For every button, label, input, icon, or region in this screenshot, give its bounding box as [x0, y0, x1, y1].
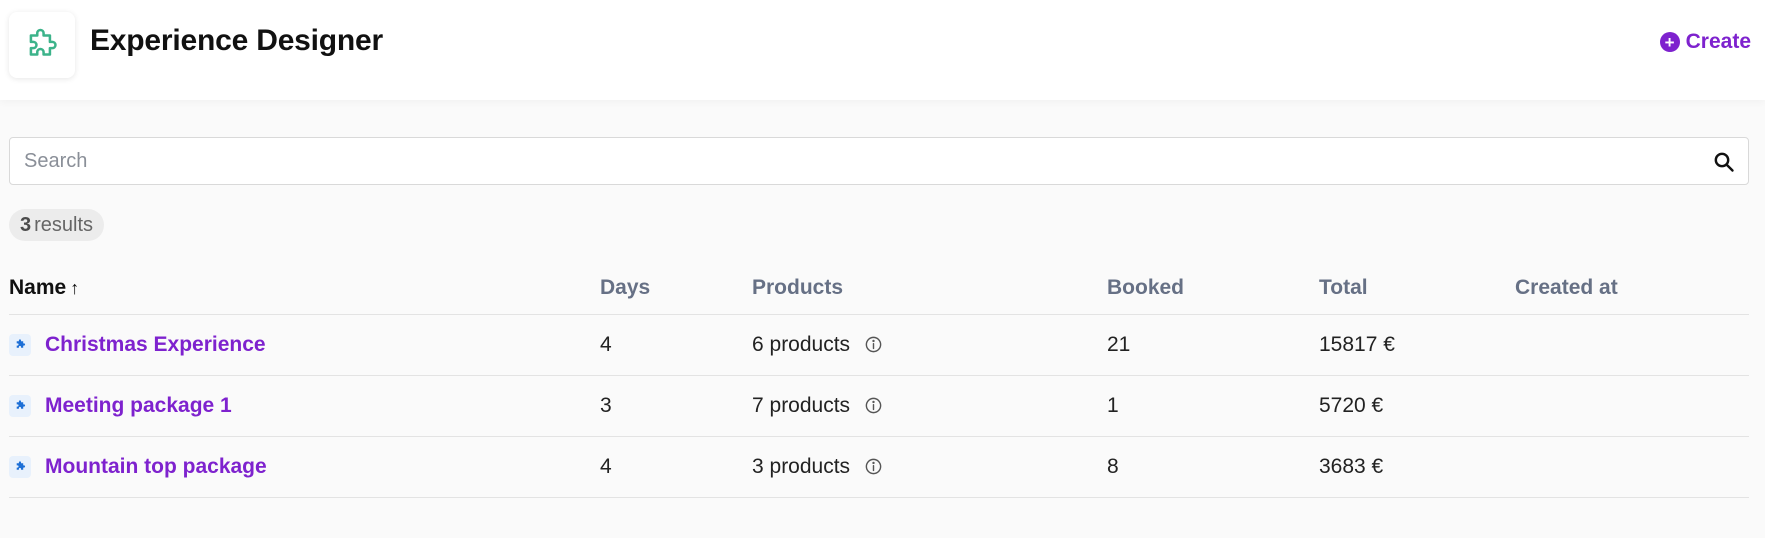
days-cell: 4 [600, 314, 752, 376]
column-header-total[interactable]: Total [1319, 262, 1515, 315]
total-cell: 15817 € [1319, 314, 1515, 376]
sort-ascending-icon: ↑ [70, 277, 80, 298]
products-count: 7 products [752, 393, 851, 417]
booked-cell: 21 [1107, 314, 1319, 376]
results-count: 3 [20, 213, 32, 236]
experience-name-link[interactable]: Mountain top package [45, 455, 267, 479]
puzzle-icon [9, 455, 31, 478]
puzzle-icon [29, 28, 57, 56]
page-title: Experience Designer [90, 24, 384, 57]
info-icon[interactable] [864, 457, 883, 476]
plus-circle-icon: + [1659, 32, 1680, 52]
table-row[interactable]: Mountain top package 4 3 products 8 3683… [9, 436, 1749, 498]
products-count: 3 products [752, 454, 851, 478]
create-button-label: Create [1685, 30, 1751, 53]
results-label: results [34, 213, 94, 236]
results-count-badge: 3 results [9, 209, 105, 241]
created-at-cell [1515, 314, 1749, 376]
booked-cell: 8 [1107, 436, 1319, 498]
create-button[interactable]: + Create [1659, 30, 1751, 54]
puzzle-icon [9, 333, 31, 356]
table-row[interactable]: Christmas Experience 4 6 products 21 158… [9, 314, 1749, 376]
column-header-created-at[interactable]: Created at [1515, 262, 1749, 315]
total-cell: 5720 € [1319, 375, 1515, 437]
info-icon[interactable] [864, 335, 883, 354]
search-icon[interactable] [1712, 150, 1736, 174]
days-cell: 3 [600, 375, 752, 437]
search-input[interactable] [10, 138, 1748, 184]
info-icon[interactable] [864, 396, 883, 415]
column-header-days[interactable]: Days [600, 262, 752, 315]
search-bar [9, 137, 1749, 185]
puzzle-icon [9, 394, 31, 417]
created-at-cell [1515, 375, 1749, 437]
column-header-name[interactable]: Name ↑ [9, 262, 600, 315]
table-row[interactable]: Meeting package 1 3 7 products 1 5720 € [9, 375, 1749, 437]
products-count: 6 products [752, 332, 851, 356]
total-cell: 3683 € [1319, 436, 1515, 498]
table-header-row: Name ↑ Days Products Booked Total Created… [9, 262, 1749, 315]
experiences-table: Name ↑ Days Products Booked Total Created… [9, 262, 1749, 498]
app-logo [9, 12, 75, 78]
created-at-cell [1515, 436, 1749, 498]
booked-cell: 1 [1107, 375, 1319, 437]
column-header-booked[interactable]: Booked [1107, 262, 1319, 315]
days-cell: 4 [600, 436, 752, 498]
column-header-products[interactable]: Products [752, 262, 1107, 315]
app-header: Experience Designer + Create [0, 0, 1765, 100]
experience-name-link[interactable]: Meeting package 1 [45, 394, 232, 418]
experience-name-link[interactable]: Christmas Experience [45, 333, 266, 357]
